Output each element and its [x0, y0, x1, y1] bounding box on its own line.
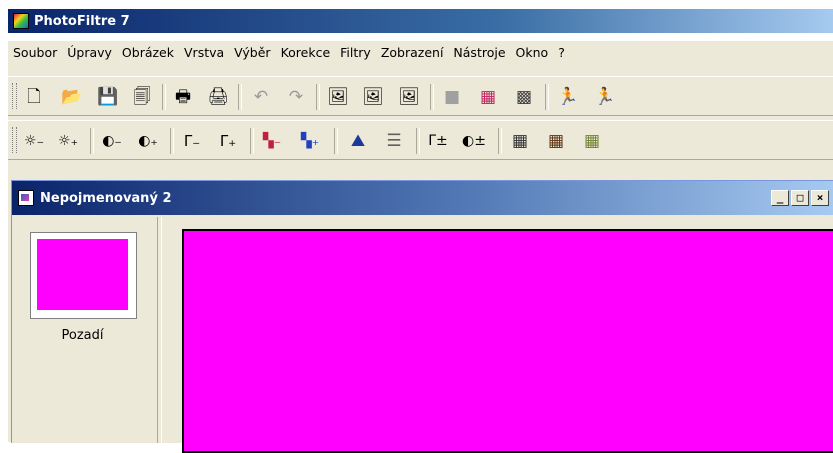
main-toolbar: 🗋 📂 💾 🗐 🖶 🖨 ↶ ↷ 🖼 🖼 🖼 ■ ▦ ▩ 🏃 🏃 — [8, 76, 833, 116]
save-icon[interactable]: 💾 — [96, 85, 120, 109]
auto-contrast-icon[interactable]: ◐± — [462, 129, 486, 153]
toolbar-grip[interactable] — [12, 83, 17, 109]
brightness-plus-icon[interactable]: ☼₊ — [56, 129, 80, 153]
levels-icon[interactable]: ⛰ — [346, 129, 370, 153]
maximize-button[interactable]: □ — [791, 190, 809, 206]
grid-dark-icon[interactable]: ▦ — [508, 129, 532, 153]
document-title: Nepojmenovaný 2 — [40, 190, 172, 206]
menu-zobrazeni[interactable]: Zobrazení — [376, 45, 449, 60]
toolbar-separator — [545, 84, 549, 110]
canvas-size-icon[interactable]: 🖼 — [361, 85, 385, 109]
undo-icon[interactable]: ↶ — [249, 85, 273, 109]
layer-name: Pozadí — [61, 328, 104, 343]
gray-square-icon[interactable]: ■ — [440, 85, 464, 109]
scan-icon[interactable]: 🖨 — [206, 85, 230, 109]
menu-okno[interactable]: Okno — [511, 45, 554, 60]
grid-brown-icon[interactable]: ▦ — [544, 129, 568, 153]
app-title-bar: PhotoFiltre 7 — [8, 9, 833, 33]
menu-help[interactable]: ? — [553, 45, 570, 60]
menu-vrstva[interactable]: Vrstva — [179, 45, 229, 60]
toolbar-separator — [250, 128, 254, 154]
toolbar-grip[interactable] — [12, 127, 17, 153]
redo-icon[interactable]: ↷ — [284, 85, 308, 109]
toolbar-separator — [316, 84, 320, 110]
minimize-button[interactable]: _ — [771, 190, 789, 206]
toolbar-separator — [430, 84, 434, 110]
toolbar-separator — [334, 128, 338, 154]
saturation-minus-icon[interactable]: ▚₋ — [260, 129, 284, 153]
menu-vyber[interactable]: Výběr — [229, 45, 275, 60]
document-title-bar[interactable]: Nepojmenovaný 2 _ □ × — [12, 181, 833, 215]
menu-filtry[interactable]: Filtry — [335, 45, 376, 60]
window-controls: _ □ × — [771, 190, 829, 206]
toolbar-separator — [416, 128, 420, 154]
layer-thumbnail-fill — [37, 239, 128, 310]
automate-icon[interactable]: 🏃 — [593, 85, 617, 109]
document-window: Nepojmenovaný 2 _ □ × Pozadí — [11, 180, 833, 453]
adjust-icon[interactable]: ☰ — [382, 129, 406, 153]
adjust-toolbar: ☼₋ ☼₊ ◐₋ ◐₊ Γ₋ Γ₊ ▚₋ ▚₊ ⛰ ☰ Γ± ◐± ▦ ▦ ▦ — [8, 120, 833, 160]
grid-olive-icon[interactable]: ▦ — [580, 129, 604, 153]
toolbar-separator — [238, 84, 242, 110]
menu-bar: Soubor Úpravy Obrázek Vrstva Výběr Korek… — [8, 41, 833, 63]
fit-image-icon[interactable]: 🖼 — [397, 85, 421, 109]
toolbar-separator — [170, 128, 174, 154]
gallery-icon[interactable]: ▩ — [512, 85, 536, 109]
toolbar-separator — [498, 128, 502, 154]
gamma-plus-icon[interactable]: Γ₊ — [216, 129, 240, 153]
menu-obrazek[interactable]: Obrázek — [117, 45, 179, 60]
open-icon[interactable]: 📂 — [60, 85, 84, 109]
color-palette-icon[interactable]: ▦ — [476, 85, 500, 109]
canvas-area — [164, 217, 833, 453]
menu-soubor[interactable]: Soubor — [8, 45, 62, 60]
menu-nastroje[interactable]: Nástroje — [448, 45, 510, 60]
toolbar-separator — [90, 128, 94, 154]
panel-divider[interactable] — [157, 217, 162, 443]
toolbar-separator — [162, 84, 166, 110]
brightness-minus-icon[interactable]: ☼₋ — [22, 129, 46, 153]
gamma-minus-icon[interactable]: Γ₋ — [180, 129, 204, 153]
manual-icon[interactable]: 🏃 — [556, 85, 580, 109]
document-icon — [18, 190, 34, 206]
auto-gamma-icon[interactable]: Γ± — [426, 129, 450, 153]
menu-korekce[interactable]: Korekce — [276, 45, 336, 60]
contrast-minus-icon[interactable]: ◐₋ — [100, 129, 124, 153]
app-title: PhotoFiltre 7 — [34, 13, 130, 29]
layers-panel: Pozadí — [15, 217, 155, 443]
new-icon[interactable]: 🗋 — [22, 85, 46, 109]
contrast-plus-icon[interactable]: ◐₊ — [136, 129, 160, 153]
close-button[interactable]: × — [811, 190, 829, 206]
print-icon[interactable]: 🖶 — [171, 85, 195, 109]
app-logo-icon — [13, 13, 29, 29]
save-as-icon[interactable]: 🗐 — [130, 85, 154, 109]
menu-upravy[interactable]: Úpravy — [62, 45, 117, 60]
layer-thumbnail[interactable] — [30, 232, 137, 319]
image-canvas[interactable] — [182, 229, 833, 453]
saturation-plus-icon[interactable]: ▚₊ — [298, 129, 322, 153]
image-size-icon[interactable]: 🖼 — [326, 85, 350, 109]
